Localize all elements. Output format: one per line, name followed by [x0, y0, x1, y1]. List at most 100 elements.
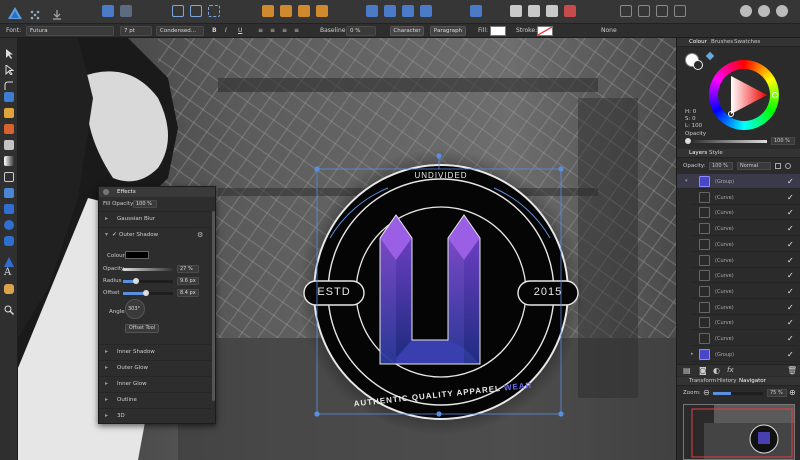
zoom-tool-icon[interactable]	[4, 300, 14, 315]
layer-row[interactable]: (Curve) ✓	[691, 237, 800, 252]
visibility-check-icon[interactable]: ✓	[787, 177, 794, 186]
fill-opacity-field[interactable]: 100 %	[133, 200, 157, 208]
align-icon[interactable]	[470, 5, 482, 17]
offset-tool-button[interactable]: Offset Tool	[125, 324, 159, 333]
shadow-colour-swatch[interactable]	[125, 251, 149, 259]
visibility-check-icon[interactable]: ✓	[787, 334, 794, 343]
studio-icon-1[interactable]	[740, 5, 752, 17]
insert-selection-icon[interactable]	[674, 5, 686, 17]
expand-arrow-icon[interactable]: ▾	[685, 178, 688, 184]
layer-row[interactable]: (Curve) ✓	[691, 284, 800, 299]
expand-arrow-icon[interactable]: ▸	[691, 351, 694, 357]
view-mode-icon[interactable]	[120, 5, 132, 17]
colour-wheel[interactable]	[709, 60, 779, 130]
settings-gear-icon[interactable]: ⚙	[197, 231, 203, 239]
effects-close-icon[interactable]	[103, 189, 109, 195]
visibility-check-icon[interactable]: ✓	[787, 303, 794, 312]
align-right-icon[interactable]: ≡	[282, 27, 287, 34]
fill-swatch[interactable]	[490, 26, 506, 36]
expand-arrow-icon[interactable]: ▸	[105, 348, 108, 355]
offset-slider-knob[interactable]	[143, 290, 149, 296]
collapse-arrow-icon[interactable]: ▾	[105, 231, 108, 238]
radius-field[interactable]: 9.6 px	[177, 277, 199, 285]
offset-field[interactable]: 8.4 px	[177, 289, 199, 297]
visibility-check-icon[interactable]: ✓	[787, 271, 794, 280]
delete-layer-icon[interactable]: 🗑	[787, 366, 797, 375]
flip-vertical-icon[interactable]	[384, 5, 396, 17]
secondary-colour-circle[interactable]	[693, 60, 703, 70]
insert-top-icon[interactable]	[656, 5, 668, 17]
layer-lock-icon[interactable]	[775, 163, 781, 169]
arrange-back-icon[interactable]	[262, 5, 274, 17]
tab-history[interactable]: History	[717, 378, 737, 384]
font-family-field[interactable]: Futura	[26, 26, 114, 36]
rotate-right-icon[interactable]	[420, 5, 432, 17]
vector-brush-icon[interactable]	[4, 124, 14, 134]
hand-tool-icon[interactable]	[4, 284, 14, 294]
text-tool-icon[interactable]: A	[4, 268, 14, 278]
stroke-value[interactable]: None	[601, 27, 617, 34]
colour-picker-icon[interactable]	[705, 51, 715, 61]
expand-arrow-icon[interactable]: ▸	[105, 380, 108, 387]
triangle-tool-icon[interactable]	[4, 252, 14, 267]
crop-tool-icon[interactable]	[4, 172, 14, 182]
effects-title[interactable]: Effects	[99, 187, 215, 197]
layer-row[interactable]: (Curve) ✓	[691, 205, 800, 221]
rectangle-tool-icon[interactable]	[4, 204, 14, 214]
snap-grid-icon[interactable]	[190, 5, 202, 17]
fill-tool-icon[interactable]	[4, 140, 14, 150]
layer-row[interactable]: (Curve) ✓	[691, 315, 800, 331]
layer-row[interactable]: (Curve) ✓	[691, 253, 800, 268]
visibility-check-icon[interactable]: ✓	[787, 193, 794, 202]
tab-style[interactable]: Style	[709, 150, 723, 156]
assistant-icon[interactable]	[102, 5, 114, 17]
visibility-check-icon[interactable]: ✓	[787, 350, 794, 359]
visibility-check-icon[interactable]: ✓	[787, 240, 794, 249]
tab-colour[interactable]: Colour	[689, 39, 707, 45]
arrange-forward-icon[interactable]	[298, 5, 310, 17]
bold-button[interactable]: B	[212, 27, 217, 34]
layer-fx-icon[interactable]	[785, 163, 791, 169]
inner-shadow-row[interactable]: ▸ Inner Shadow	[99, 344, 211, 358]
layer-row[interactable]: (Curve) ✓	[691, 268, 800, 284]
layer-row[interactable]: (Curve) ✓	[691, 190, 800, 205]
layer-row[interactable]: ▸ (Group) ✓	[691, 347, 800, 362]
visibility-check-icon[interactable]: ✓	[787, 256, 794, 265]
arrange-backward-icon[interactable]	[280, 5, 292, 17]
persona-pixel-icon[interactable]	[30, 5, 40, 20]
corner-tool-icon[interactable]	[4, 76, 14, 90]
opacity-field[interactable]: 27 %	[177, 265, 199, 273]
align-center-icon[interactable]: ≡	[270, 27, 275, 34]
expand-arrow-icon[interactable]: ▸	[105, 364, 108, 371]
tab-transform[interactable]: Transform	[689, 378, 716, 384]
flip-horizontal-icon[interactable]	[366, 5, 378, 17]
app-logo-icon[interactable]	[8, 4, 22, 19]
opacity-slider[interactable]	[123, 268, 173, 271]
snap-guide-icon[interactable]	[208, 5, 220, 17]
visibility-check-icon[interactable]: ✓	[787, 287, 794, 296]
layer-opacity-field[interactable]: 100 %	[709, 162, 733, 170]
boolean-add-icon[interactable]	[510, 5, 522, 17]
insert-inside-icon[interactable]	[620, 5, 632, 17]
visibility-check-icon[interactable]: ✓	[787, 208, 794, 217]
node-tool-icon[interactable]	[4, 60, 15, 76]
fx-icon[interactable]: fx	[727, 366, 734, 374]
pencil-tool-icon[interactable]	[4, 108, 14, 118]
inner-glow-row[interactable]: ▸ Inner Glow	[99, 376, 211, 390]
visibility-check-icon[interactable]: ✓	[787, 318, 794, 327]
stroke-swatch[interactable]	[537, 26, 553, 36]
insert-behind-icon[interactable]	[638, 5, 650, 17]
zoom-in-icon[interactable]: ⊕	[789, 388, 796, 397]
tab-swatches[interactable]: Swatches	[734, 39, 760, 45]
gaussian-blur-row[interactable]: ▸ Gaussian Blur	[99, 211, 211, 225]
radius-slider[interactable]	[123, 280, 173, 283]
boolean-intersect-icon[interactable]	[546, 5, 558, 17]
underline-button[interactable]: U	[238, 27, 242, 34]
justify-icon[interactable]: ≡	[294, 27, 299, 34]
visibility-check-icon[interactable]: ✓	[787, 224, 794, 233]
radius-slider-knob[interactable]	[133, 278, 139, 284]
tab-navigator[interactable]: Navigator	[739, 378, 766, 384]
arrange-front-icon[interactable]	[316, 5, 328, 17]
baseline-field[interactable]: 0 %	[346, 26, 376, 36]
tab-brushes[interactable]: Brushes	[711, 39, 733, 45]
